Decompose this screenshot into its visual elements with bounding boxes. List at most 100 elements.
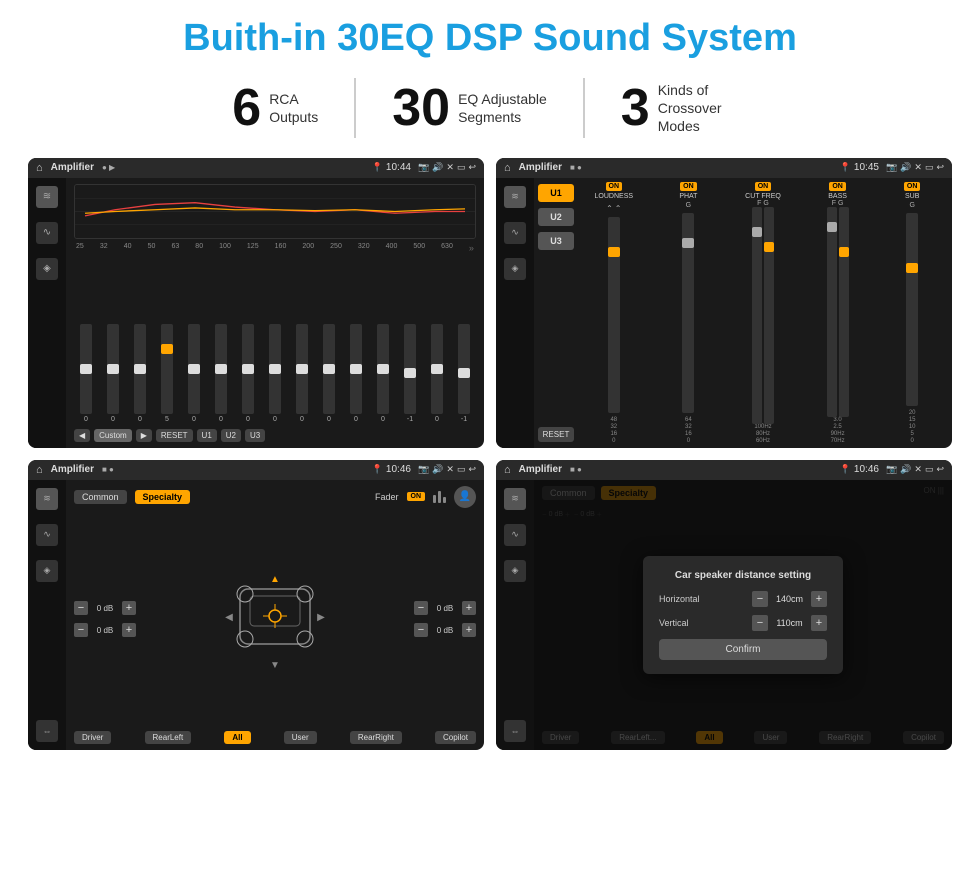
eq-main: 253240506380100125160200250320400500630 …	[66, 178, 484, 448]
cross-back-icon[interactable]: ↩	[936, 162, 944, 173]
sub-slider[interactable]	[906, 213, 918, 406]
cutfreq-slider-g[interactable]	[764, 207, 774, 424]
eq-thumb-13[interactable]	[431, 364, 443, 374]
fader-rearright-btn[interactable]: RearRight	[350, 731, 402, 744]
dialog-sidebar-expand-icon[interactable]: ⇔	[504, 720, 526, 742]
eq-thumb-6[interactable]	[242, 364, 254, 374]
eq-sidebar-wave-icon[interactable]: ∿	[36, 222, 58, 244]
bass-slider-g[interactable]	[839, 207, 849, 417]
phat-on-badge[interactable]: ON	[680, 182, 697, 191]
cross-home-icon[interactable]: ⌂	[504, 162, 511, 174]
fader-back-icon[interactable]: ↩	[468, 464, 476, 475]
svg-text:◀: ◀	[225, 612, 233, 623]
fader-home-icon[interactable]: ⌂	[36, 464, 43, 476]
phat-thumb[interactable]	[682, 238, 694, 248]
loudness-slider[interactable]	[608, 217, 620, 413]
eq-thumb-12[interactable]	[404, 368, 416, 378]
cutfreq-on-badge[interactable]: ON	[755, 182, 772, 191]
cross-sidebar-vol-icon[interactable]: ◈	[504, 258, 526, 280]
sub-on-badge[interactable]: ON	[904, 182, 921, 191]
eq-thumb-10[interactable]	[350, 364, 362, 374]
eq-slider-1: 0	[101, 324, 125, 423]
fader-common-tab[interactable]: Common	[74, 490, 127, 504]
cross-u3-btn[interactable]: U3	[538, 232, 574, 250]
fader-vol3-minus[interactable]: −	[414, 601, 428, 615]
fader-specialty-tab[interactable]: Specialty	[135, 490, 191, 504]
fader-vol4-minus[interactable]: −	[414, 623, 428, 637]
dialog-horizontal-minus[interactable]: −	[752, 591, 768, 607]
eq-back-icon[interactable]: ↩	[468, 162, 476, 173]
fader-vol1-minus[interactable]: −	[74, 601, 88, 615]
bass-slider-f[interactable]	[827, 207, 837, 417]
fader-sidebar-vol-icon[interactable]: ◈	[36, 560, 58, 582]
dialog-vertical-minus[interactable]: −	[752, 615, 768, 631]
fader-right-vols: − 0 dB + − 0 dB +	[414, 514, 476, 725]
eq-thumb-11[interactable]	[377, 364, 389, 374]
eq-play-btn[interactable]: ▶	[136, 429, 152, 442]
fader-vol2-value: 0 dB	[91, 626, 119, 635]
eq-u3-btn[interactable]: U3	[245, 429, 265, 442]
fader-sidebar-eq-icon[interactable]: ≋	[36, 488, 58, 510]
dialog-sidebar-eq-icon[interactable]: ≋	[504, 488, 526, 510]
cross-u1-btn[interactable]: U1	[538, 184, 574, 202]
eq-u2-btn[interactable]: U2	[221, 429, 241, 442]
eq-slider-2: 0	[128, 324, 152, 423]
dialog-vertical-plus[interactable]: +	[811, 615, 827, 631]
dialog-sidebar-vol-icon[interactable]: ◈	[504, 560, 526, 582]
dialog-horizontal-plus[interactable]: +	[811, 591, 827, 607]
phat-slider[interactable]	[682, 213, 694, 413]
eq-slider-8: 0	[290, 324, 314, 423]
eq-thumb-1[interactable]	[107, 364, 119, 374]
eq-thumb-3[interactable]	[161, 344, 173, 354]
cross-sidebar-eq-icon[interactable]: ≋	[504, 186, 526, 208]
eq-u1-btn[interactable]: U1	[197, 429, 217, 442]
fader-driver-btn[interactable]: Driver	[74, 731, 111, 744]
fader-copilot-btn[interactable]: Copilot	[435, 731, 476, 744]
fader-user-btn[interactable]: User	[284, 731, 317, 744]
loudness-thumb[interactable]	[608, 247, 620, 257]
fader-sidebar-wave-icon[interactable]: ∿	[36, 524, 58, 546]
sub-thumb[interactable]	[906, 263, 918, 273]
cross-u2-btn[interactable]: U2	[538, 208, 574, 226]
eq-home-icon[interactable]: ⌂	[36, 162, 43, 174]
eq-sidebar-eq-icon[interactable]: ≋	[36, 186, 58, 208]
eq-thumb-2[interactable]	[134, 364, 146, 374]
eq-custom-btn[interactable]: Custom	[94, 429, 132, 442]
eq-thumb-0[interactable]	[80, 364, 92, 374]
eq-thumb-9[interactable]	[323, 364, 335, 374]
dialog-home-icon[interactable]: ⌂	[504, 464, 511, 476]
fader-vol3-plus[interactable]: +	[462, 601, 476, 615]
bass-on-badge[interactable]: ON	[829, 182, 846, 191]
eq-sidebar-vol-icon[interactable]: ◈	[36, 258, 58, 280]
fader-vol2-plus[interactable]: +	[122, 623, 136, 637]
cross-sidebar-wave-icon[interactable]: ∿	[504, 222, 526, 244]
eq-thumb-4[interactable]	[188, 364, 200, 374]
loudness-on-badge[interactable]: ON	[606, 182, 623, 191]
fader-rearleft-btn[interactable]: RearLeft	[145, 731, 192, 744]
fader-on-badge[interactable]: ON	[407, 492, 426, 501]
loudness-label: LOUDNESS	[595, 193, 634, 200]
eq-prev-btn[interactable]: ◀	[74, 429, 90, 442]
eq-thumb-5[interactable]	[215, 364, 227, 374]
cutfreq-sublabels: FG	[757, 200, 769, 207]
fader-vol2-minus[interactable]: −	[74, 623, 88, 637]
fader-vol1-plus[interactable]: +	[122, 601, 136, 615]
fader-vol4-plus[interactable]: +	[462, 623, 476, 637]
page-container: Buith-in 30EQ DSP Sound System 6 RCAOutp…	[0, 0, 980, 881]
fader-all-btn[interactable]: All	[224, 731, 250, 744]
eq-thumb-14[interactable]	[458, 368, 470, 378]
screen-crossover: ⌂ Amplifier ■ ● 📍 10:45 📷 🔊 ✕ ▭ ↩ ≋ ∿ ◈	[496, 158, 952, 448]
dialog-back-icon[interactable]: ↩	[936, 464, 944, 475]
dialog-overlay: Car speaker distance setting Horizontal …	[534, 480, 952, 750]
dialog-confirm-button[interactable]: Confirm	[659, 639, 827, 660]
cross-channels: ON LOUDNESS ⌃⌃ 48 32 16 0	[574, 178, 952, 448]
cross-reset-btn[interactable]: RESET	[538, 427, 574, 442]
fader-avatar-icon[interactable]: 👤	[454, 486, 476, 508]
dialog-sidebar-wave-icon[interactable]: ∿	[504, 524, 526, 546]
eq-thumb-7[interactable]	[269, 364, 281, 374]
eq-reset-btn[interactable]: RESET	[156, 429, 193, 442]
fader-sidebar-expand-icon[interactable]: ⇔	[36, 720, 58, 742]
eq-thumb-8[interactable]	[296, 364, 308, 374]
eq-val-0: 0	[84, 416, 88, 423]
cutfreq-slider-f[interactable]	[752, 207, 762, 424]
